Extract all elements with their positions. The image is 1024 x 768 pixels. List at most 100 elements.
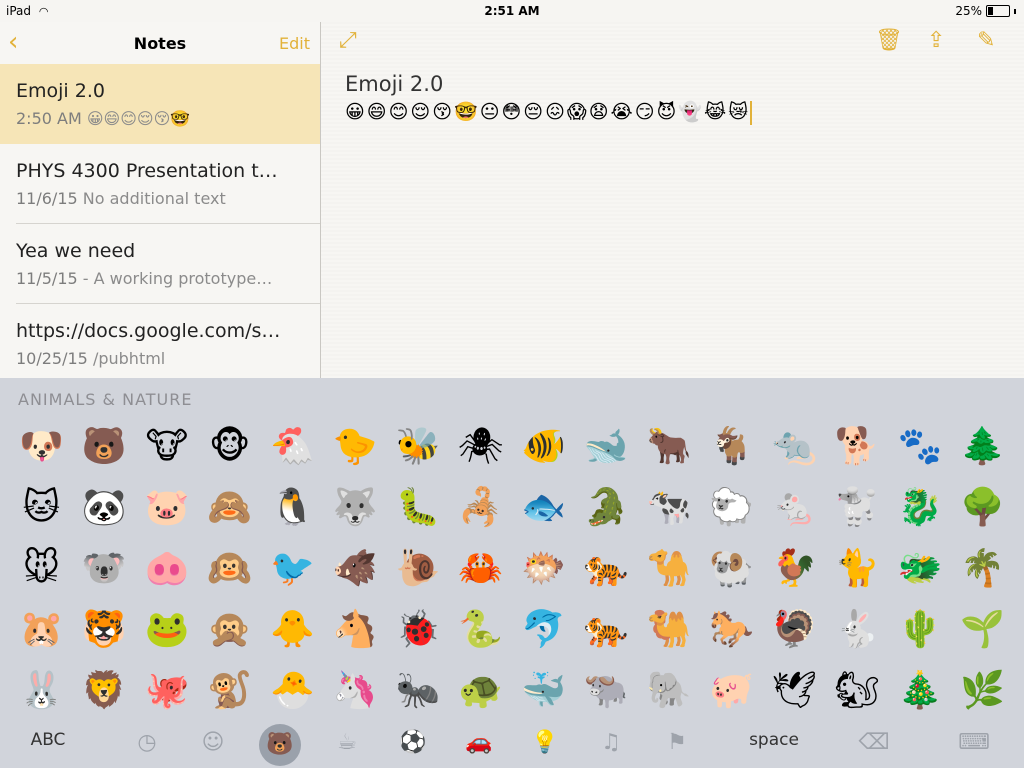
text-cursor: [750, 100, 753, 125]
note-editor[interactable]: ⤢ 🗑 ⇪ ✎ Emoji 2.0 😀😄😊😌😚🤓😐😳😔😖😱😧😭😏😈👻😹😿: [321, 22, 1024, 378]
trash-icon[interactable]: 🗑: [875, 28, 903, 53]
emoji-key[interactable]: 🐟: [512, 477, 575, 538]
emoji-key[interactable]: 🐥: [261, 599, 324, 660]
note-item[interactable]: PHYS 4300 Presentation t… 11/6/15 No add…: [0, 144, 320, 224]
emoji-key[interactable]: 🌳: [951, 477, 1014, 538]
emoji-key[interactable]: 🦃: [763, 599, 826, 660]
emoji-key[interactable]: 🐽: [136, 538, 199, 599]
emoji-key[interactable]: 🐠: [512, 416, 575, 477]
emoji-key[interactable]: 🐸: [136, 599, 199, 660]
emoji-key[interactable]: 🐫: [638, 599, 701, 660]
emoji-key[interactable]: 🐑: [700, 477, 763, 538]
emoji-key[interactable]: 🙉: [198, 538, 261, 599]
lightbulb-icon[interactable]: 💡: [530, 728, 560, 758]
emoji-key[interactable]: 🐻: [73, 416, 136, 477]
emoji-key[interactable]: 🐓: [763, 538, 826, 599]
emoji-key[interactable]: 🐂: [638, 416, 701, 477]
emoji-key[interactable]: 🐷: [136, 477, 199, 538]
keyboard-dismiss-icon[interactable]: ⌨: [956, 728, 992, 758]
note-item[interactable]: Yea we need 11/5/15 - A working prototyp…: [0, 224, 320, 304]
note-item[interactable]: Emoji 2.0 2:50 AM 😀😄😊😌😚🤓: [0, 64, 320, 144]
emoji-key[interactable]: 🦀: [449, 538, 512, 599]
emoji-key[interactable]: 🐹: [10, 599, 73, 660]
space-key[interactable]: space: [744, 720, 804, 760]
car-icon[interactable]: 🚗: [464, 728, 494, 758]
emoji-key[interactable]: 🐌: [387, 538, 450, 599]
note-item[interactable]: https://docs.google.com/s… 10/25/15 /pub…: [0, 304, 320, 384]
abc-key[interactable]: ABC: [18, 720, 78, 760]
sidebar-title: Notes: [133, 34, 187, 53]
emoji-key[interactable]: 🐎: [700, 599, 763, 660]
emoji-key[interactable]: 🐅: [575, 599, 638, 660]
status-right: 25%: [955, 4, 1016, 18]
note-preview: 😀😄😊😌😚🤓: [86, 109, 191, 128]
emoji-key[interactable]: 🐊: [575, 477, 638, 538]
recent-clock-icon[interactable]: ◷: [132, 728, 162, 758]
emoji-key[interactable]: 🐾: [889, 416, 952, 477]
emoji-key[interactable]: 🐡: [512, 538, 575, 599]
emoji-key[interactable]: 🐔: [261, 416, 324, 477]
food-icon[interactable]: ☕: [332, 728, 362, 758]
emoji-key[interactable]: 🐺: [324, 477, 387, 538]
emoji-key[interactable]: 🐯: [73, 599, 136, 660]
expand-icon[interactable]: ⤢: [339, 28, 357, 53]
emoji-key[interactable]: 🐦: [261, 538, 324, 599]
emoji-key[interactable]: 🐍: [449, 599, 512, 660]
emoji-key[interactable]: 🐉: [889, 477, 952, 538]
emoji-grid: 🐶 🐻 🐮 🐵 🐔 🐤 🐝 🕷 🐠 🐋 🐂 🐐 🐀 🐕 🐾 🌲 🐱 🐼 🐷 🙈 🐧 🐺 🐛 🦂 🐟 🐊 🐄 🐑 🐁 🐩 🐉 🌳 🐭 🐨 🐽 🙉 🐦 🐗 🐌 🦀…: [10, 416, 1014, 721]
emoji-key[interactable]: 🐗: [324, 538, 387, 599]
note-preview: - A working prototype…: [82, 269, 273, 288]
emoji-key[interactable]: 🌲: [951, 416, 1014, 477]
compose-icon[interactable]: ✎: [977, 28, 995, 53]
emoji-key[interactable]: 🌴: [951, 538, 1014, 599]
emoji-key[interactable]: 🐴: [324, 599, 387, 660]
share-icon[interactable]: ⇪: [927, 28, 945, 53]
emoji-key[interactable]: 🐛: [387, 477, 450, 538]
emoji-key[interactable]: 🐅: [575, 538, 638, 599]
emoji-key[interactable]: 🐨: [73, 538, 136, 599]
notes-sidebar: ‹ Notes Edit Emoji 2.0 2:50 AM 😀😄😊😌😚🤓 PH…: [0, 22, 321, 378]
symbols-icon[interactable]: ♫: [596, 728, 626, 758]
emoji-key[interactable]: 🐏: [700, 538, 763, 599]
emoji-key[interactable]: 🐵: [198, 416, 261, 477]
emoji-key[interactable]: 🐩: [826, 477, 889, 538]
emoji-key[interactable]: 🐧: [261, 477, 324, 538]
note-subtitle: 11/6/15 No additional text: [16, 189, 306, 208]
emoji-key[interactable]: 🐇: [826, 599, 889, 660]
emoji-key[interactable]: 🐕: [826, 416, 889, 477]
emoji-key[interactable]: 🐮: [136, 416, 199, 477]
emoji-key[interactable]: 🦂: [449, 477, 512, 538]
backspace-icon[interactable]: ⌫: [858, 728, 890, 758]
status-time: 2:51 AM: [484, 4, 540, 18]
emoji-key[interactable]: 🌵: [889, 599, 952, 660]
emoji-key[interactable]: 🌱: [951, 599, 1014, 660]
emoji-key[interactable]: 🐤: [324, 416, 387, 477]
emoji-key[interactable]: 🐱: [10, 477, 73, 538]
emoji-key[interactable]: 🐼: [73, 477, 136, 538]
note-date: 10/25/15: [16, 349, 88, 368]
animals-bear-icon[interactable]: 🐻: [259, 724, 301, 766]
emoji-key[interactable]: 🐄: [638, 477, 701, 538]
emoji-key[interactable]: 🙈: [198, 477, 261, 538]
soccer-ball-icon[interactable]: ⚽: [398, 728, 428, 758]
emoji-key[interactable]: 🐪: [638, 538, 701, 599]
emoji-key[interactable]: 🐲: [889, 538, 952, 599]
edit-button[interactable]: Edit: [279, 34, 310, 53]
emoji-key[interactable]: 🐬: [512, 599, 575, 660]
emoji-key[interactable]: 🐶: [10, 416, 73, 477]
note-heading: Emoji 2.0: [345, 72, 444, 96]
emoji-key[interactable]: 🐀: [763, 416, 826, 477]
emoji-key[interactable]: 🙊: [198, 599, 261, 660]
emoji-key[interactable]: 🐝: [387, 416, 450, 477]
emoji-key[interactable]: 🐋: [575, 416, 638, 477]
emoji-key[interactable]: 🐈: [826, 538, 889, 599]
emoji-key[interactable]: 🐁: [763, 477, 826, 538]
emoji-key[interactable]: 🐭: [10, 538, 73, 599]
emoji-key[interactable]: 🐐: [700, 416, 763, 477]
note-emoji-text: 😀😄😊😌😚🤓😐😳😔😖😱😧😭😏😈👻😹😿: [345, 101, 751, 123]
emoji-key[interactable]: 🕷: [449, 416, 512, 477]
smiley-icon[interactable]: ☺: [198, 728, 228, 758]
emoji-key[interactable]: 🐞: [387, 599, 450, 660]
flag-icon[interactable]: ⚑: [662, 728, 692, 758]
keyboard-section-title: ANIMALS & NATURE: [18, 390, 193, 409]
